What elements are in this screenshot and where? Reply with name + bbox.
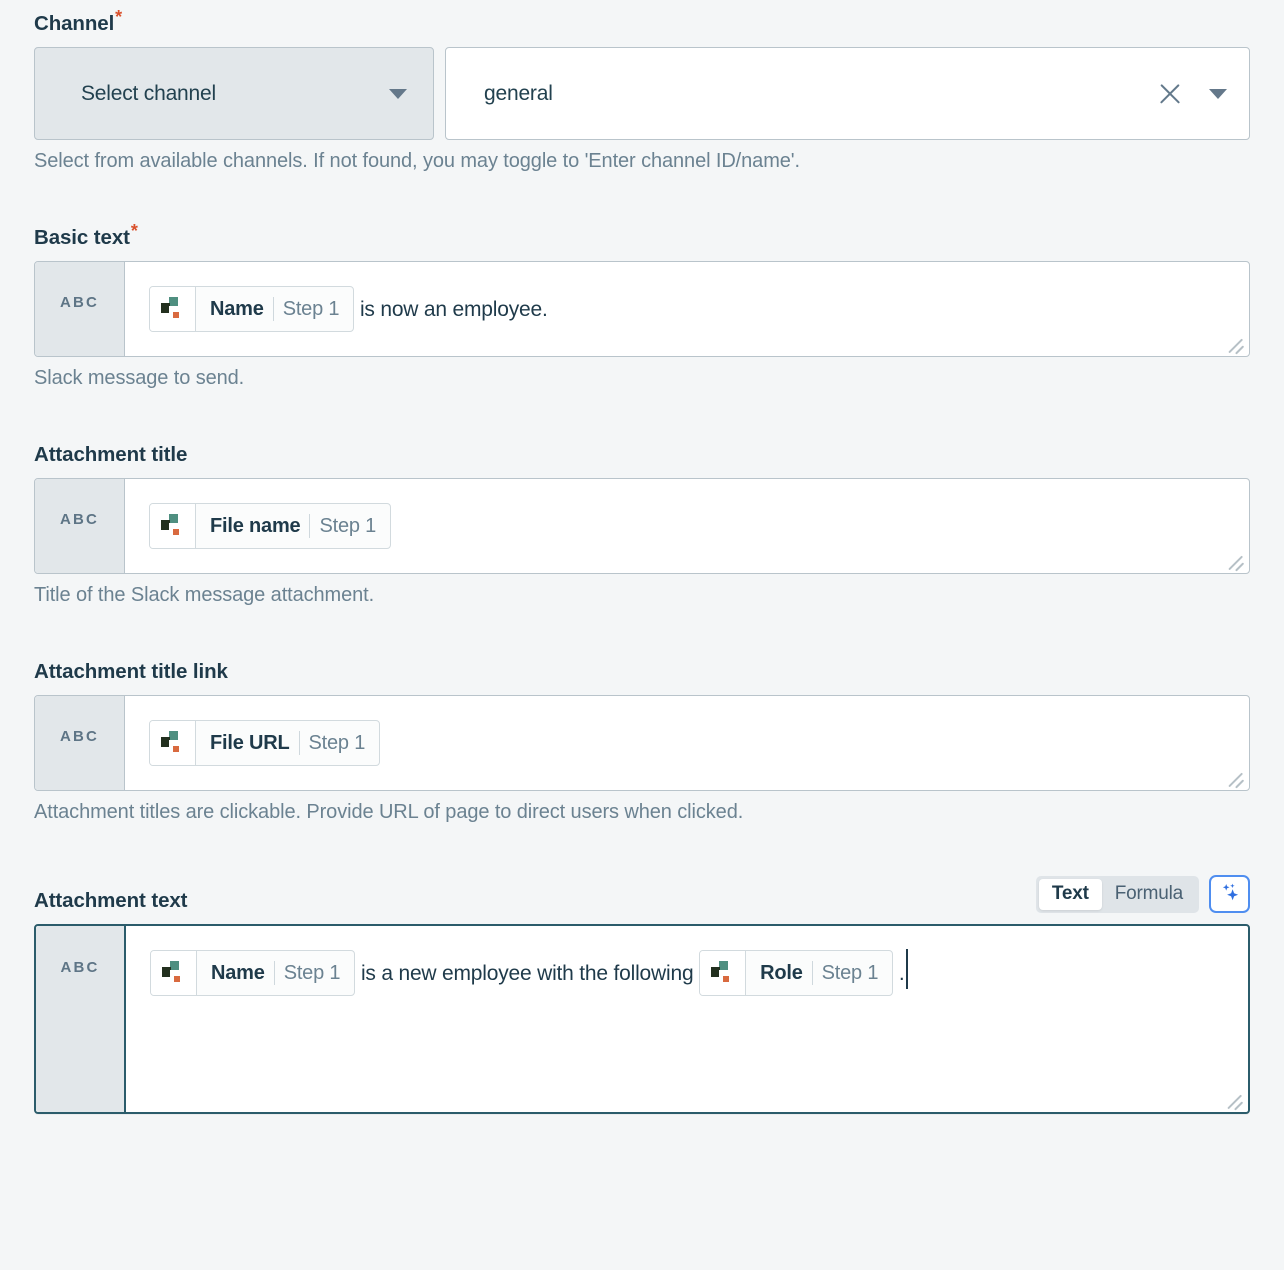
channel-label-text: Channel — [34, 12, 115, 36]
token-chip-text: Name Step 1 — [197, 951, 354, 995]
channel-label-row: Channel* — [34, 6, 1250, 36]
attachment-title-label: Attachment title — [34, 443, 188, 467]
resize-handle[interactable] — [1225, 549, 1245, 569]
step-source-icon — [700, 951, 747, 995]
text-cursor — [905, 949, 908, 989]
required-asterisk: * — [130, 220, 138, 241]
channel-label: Channel* — [34, 8, 122, 36]
resize-handle[interactable] — [1225, 766, 1245, 786]
field-attachment-text: Attachment text Text Formula ABC Name St… — [34, 875, 1250, 1114]
token-chip[interactable]: Name Step 1 — [149, 286, 355, 332]
field-basic-text: Basic text* ABC Name Step 1 is now an em… — [34, 220, 1250, 391]
basic-text-help: Slack message to send. — [34, 367, 245, 389]
toggle-option-formula[interactable]: Formula — [1102, 879, 1196, 910]
channel-help-text: Select from available channels. If not f… — [34, 150, 800, 172]
token-chip-step: Step 1 — [308, 732, 366, 754]
chip-divider — [309, 514, 311, 538]
step-source-icon — [151, 951, 197, 995]
basic-text-trailing: is now an employee. — [354, 298, 548, 321]
chevron-down-icon — [389, 88, 407, 99]
token-chip-text: File name Step 1 — [196, 504, 390, 548]
attachment-title-label-row: Attachment title — [34, 437, 1250, 467]
token-chip-name: Role — [760, 962, 803, 984]
field-channel: Channel* Select channel general Select f… — [34, 0, 1250, 174]
step-source-icon — [150, 721, 196, 765]
token-chip-text: Name Step 1 — [196, 287, 353, 331]
chip-divider — [272, 297, 274, 321]
basic-text-label: Basic text* — [34, 222, 138, 250]
basic-text-label-text: Basic text — [34, 226, 130, 250]
close-icon[interactable] — [1157, 81, 1183, 107]
attachment-text-label-row: Attachment text Text Formula — [34, 875, 1250, 913]
ai-assist-button[interactable] — [1209, 875, 1250, 913]
token-chip[interactable]: Name Step 1 — [150, 950, 356, 996]
token-chip-step: Step 1 — [821, 962, 879, 984]
sparkles-icon — [1219, 881, 1241, 908]
toggle-option-text[interactable]: Text — [1038, 878, 1102, 910]
chip-divider — [273, 961, 275, 985]
attachment-title-content[interactable]: File name Step 1 — [125, 479, 1249, 573]
select-channel-label: Select channel — [81, 81, 216, 105]
channel-row: Select channel general — [34, 47, 1250, 140]
select-channel-dropdown[interactable]: Select channel — [34, 47, 434, 140]
attachment-text-end: . — [893, 962, 905, 985]
resize-handle[interactable] — [1224, 1088, 1244, 1108]
chip-divider — [298, 731, 300, 755]
field-attachment-title-link: Attachment title link ABC File URL Step … — [34, 654, 1250, 825]
attachment-text-content[interactable]: Name Step 1 is a new employee with the f… — [126, 926, 1248, 1112]
abc-type-badge: ABC — [36, 926, 126, 1112]
attachment-title-link-label-row: Attachment title link — [34, 654, 1250, 684]
token-chip[interactable]: File URL Step 1 — [149, 720, 381, 766]
token-chip-name: File URL — [210, 732, 290, 754]
slack-action-config-form: Channel* Select channel general Select f… — [0, 0, 1284, 1270]
attachment-title-link-content[interactable]: File URL Step 1 — [125, 696, 1249, 790]
attachment-title-link-label: Attachment title link — [34, 660, 228, 684]
token-chip[interactable]: Role Step 1 — [699, 950, 894, 996]
token-chip-step: Step 1 — [282, 298, 340, 320]
token-chip-text: File URL Step 1 — [196, 721, 379, 765]
text-formula-toggle[interactable]: Text Formula — [1035, 875, 1199, 913]
token-chip-name: File name — [210, 515, 301, 537]
channel-selected-value: general — [484, 81, 553, 105]
abc-type-badge: ABC — [35, 262, 125, 356]
attachment-title-input[interactable]: ABC File name Step 1 — [34, 478, 1250, 574]
token-chip-text: Role Step 1 — [746, 951, 892, 995]
attachment-text-label: Attachment text — [34, 889, 188, 913]
chevron-down-icon[interactable] — [1209, 88, 1227, 99]
attachment-text-middle: is a new employee with the following — [355, 962, 700, 985]
token-chip-step: Step 1 — [319, 515, 377, 537]
channel-value-combobox[interactable]: general — [445, 47, 1250, 140]
step-source-icon — [150, 504, 196, 548]
chip-divider — [811, 961, 813, 985]
abc-type-badge: ABC — [35, 479, 125, 573]
attachment-text-input[interactable]: ABC Name Step 1 is a new employee with t… — [34, 924, 1250, 1114]
token-chip-name: Name — [211, 962, 265, 984]
resize-handle[interactable] — [1225, 332, 1245, 352]
basic-text-input[interactable]: ABC Name Step 1 is now an employee. — [34, 261, 1250, 357]
attachment-title-link-input[interactable]: ABC File URL Step 1 — [34, 695, 1250, 791]
attachment-title-link-help: Attachment titles are clickable. Provide… — [34, 801, 744, 823]
token-chip-name: Name — [210, 298, 264, 320]
abc-type-badge: ABC — [35, 696, 125, 790]
token-chip[interactable]: File name Step 1 — [149, 503, 392, 549]
attachment-title-help: Title of the Slack message attachment. — [34, 584, 375, 606]
required-asterisk: * — [115, 6, 123, 27]
field-attachment-title: Attachment title ABC File name Step 1 Ti… — [34, 437, 1250, 608]
basic-text-content[interactable]: Name Step 1 is now an employee. — [125, 262, 1249, 356]
basic-text-label-row: Basic text* — [34, 220, 1250, 250]
step-source-icon — [150, 287, 196, 331]
attachment-text-mode-controls: Text Formula — [1035, 875, 1250, 913]
token-chip-step: Step 1 — [283, 962, 341, 984]
